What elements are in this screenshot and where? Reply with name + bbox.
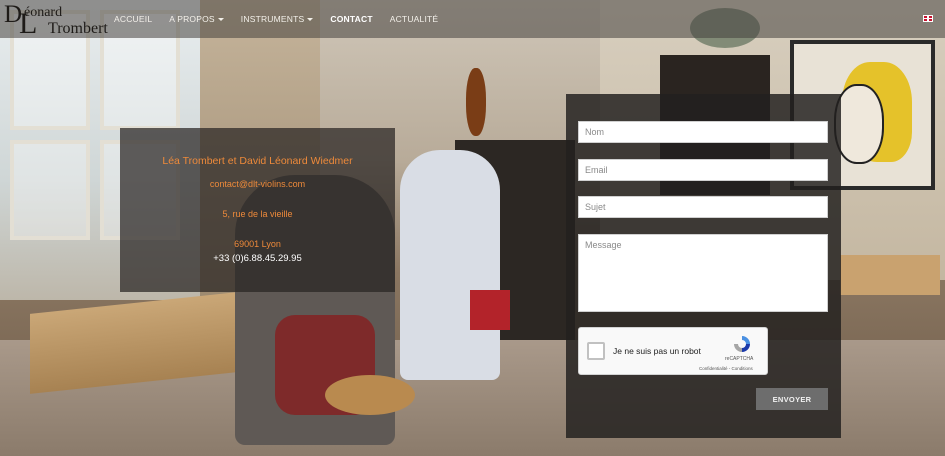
contact-form: Je ne suis pas un robot reCAPTCHA Confid… xyxy=(566,94,841,438)
contact-email-link[interactable]: contact@dlt-violins.com xyxy=(120,179,395,189)
logo-initial-l: L xyxy=(19,7,38,40)
nav-item-a-propos[interactable]: A PROPOS xyxy=(169,14,224,24)
phone-number: +33 (0)6.88.45.29.95 xyxy=(213,253,302,264)
send-button[interactable]: ENVOYER xyxy=(756,388,828,410)
chevron-down-icon xyxy=(217,18,224,22)
contact-info-panel: Léa Trombert et David Léonard Wiedmer co… xyxy=(120,128,395,292)
logo-word-trombert: Trombert xyxy=(48,20,108,37)
uk-flag-icon[interactable] xyxy=(923,15,933,22)
nav-item-accueil[interactable]: ACCUEIL xyxy=(114,14,152,24)
email-field[interactable] xyxy=(578,159,828,181)
address-street: 5, rue de la vieille xyxy=(222,209,293,219)
address-city: 69001 Lyon xyxy=(234,239,281,249)
violin-on-wall xyxy=(466,68,486,136)
site-logo[interactable]: D éonard L Trombert xyxy=(4,2,110,40)
nav-item-instruments[interactable]: INSTRUMENTS xyxy=(241,14,314,24)
recaptcha-checkbox[interactable] xyxy=(587,342,605,360)
subject-field[interactable] xyxy=(578,196,828,218)
recaptcha-widget: Je ne suis pas un robot reCAPTCHA Confid… xyxy=(578,327,768,375)
recaptcha-brand: reCAPTCHA xyxy=(725,356,754,362)
name-field[interactable] xyxy=(578,121,828,143)
recaptcha-terms-link[interactable]: Confidentialité - Conditions xyxy=(699,366,753,371)
owner-names: Léa Trombert et David Léonard Wiedmer xyxy=(162,155,353,167)
chevron-down-icon xyxy=(307,18,314,22)
message-field[interactable] xyxy=(578,234,828,312)
main-menu: ACCUEIL A PROPOS INSTRUMENTS CONTACT ACT… xyxy=(114,0,455,38)
recaptcha-icon xyxy=(734,336,750,352)
nav-item-actualite[interactable]: ACTUALITÉ xyxy=(390,14,439,24)
luthier-seated xyxy=(400,150,500,380)
recaptcha-label: Je ne suis pas un robot xyxy=(613,346,701,356)
top-navbar: D éonard L Trombert ACCUEIL A PROPOS INS… xyxy=(0,0,945,40)
nav-item-contact[interactable]: CONTACT xyxy=(330,14,372,24)
